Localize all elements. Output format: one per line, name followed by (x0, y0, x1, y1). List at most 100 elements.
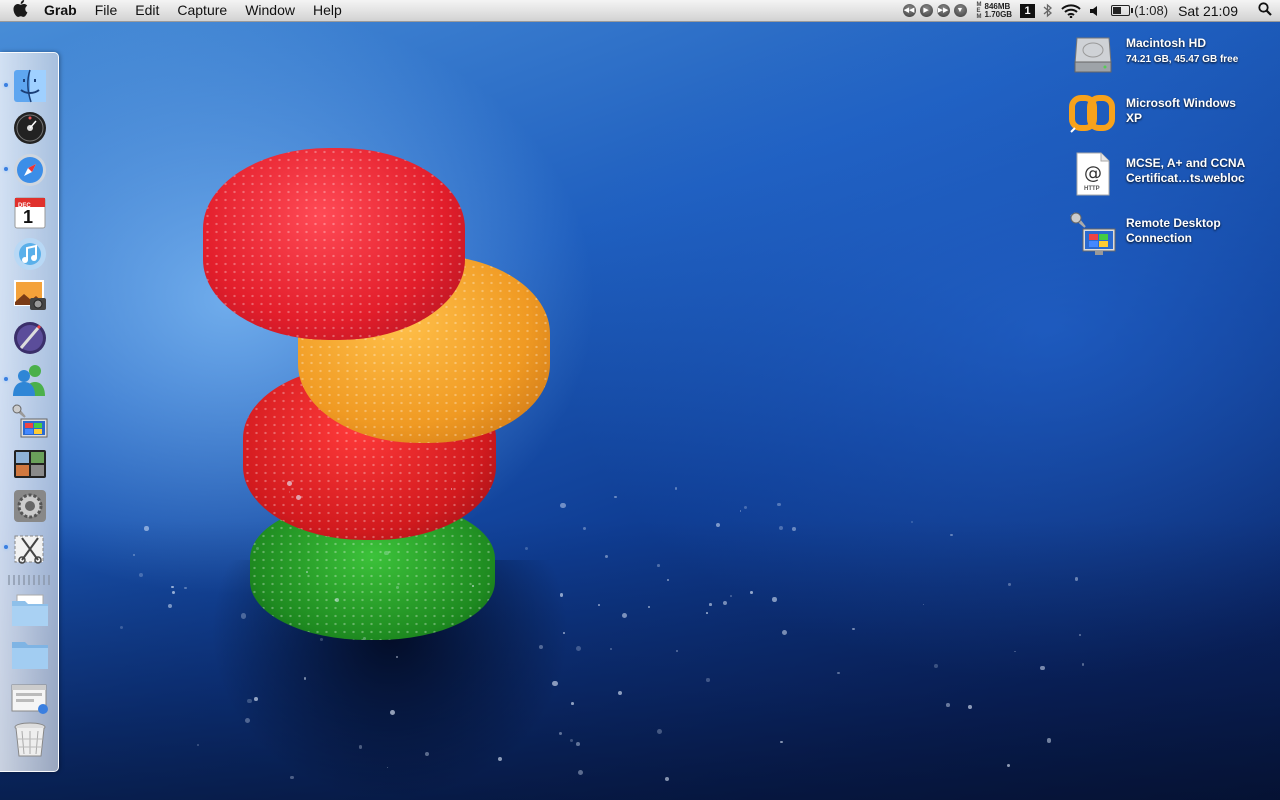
sugar-sparkle (358, 745, 363, 749)
menu-help[interactable]: Help (304, 0, 351, 21)
dock-safari[interactable] (4, 151, 49, 189)
wifi-icon[interactable] (1057, 0, 1085, 21)
vmware-fusion-icon (1069, 95, 1115, 133)
eject-icon[interactable]: ▼ (953, 4, 967, 17)
desktop-icon-macintosh-hd[interactable]: Macintosh HD 74.21 GB, 45.47 GB free (1068, 30, 1273, 82)
sugar-sparkle (1046, 738, 1052, 743)
menu-file[interactable]: File (86, 0, 127, 21)
sugar-sparkle (777, 502, 781, 507)
sugar-sparkle (240, 613, 247, 619)
iphoto-icon (14, 280, 46, 310)
menu-capture[interactable]: Capture (168, 0, 236, 21)
desktop-icon-label: MCSE, A+ and CCNA (1126, 156, 1246, 170)
desktop-icon-sublabel: 74.21 GB, 45.47 GB free (1126, 54, 1239, 65)
dock-ical[interactable]: DEC 1 (11, 193, 49, 231)
sugar-sparkle (471, 585, 474, 587)
dock-messenger[interactable] (4, 361, 49, 399)
dock-folder-stack-2[interactable] (11, 635, 49, 673)
desktop-icon-label-line2: XP (1126, 111, 1143, 125)
dock-remote-desktop[interactable] (11, 403, 49, 441)
sugar-sparkle (306, 571, 308, 573)
sugar-sparkle (559, 593, 564, 597)
play-icon[interactable]: ▶ (919, 4, 933, 17)
finder-icon (14, 69, 46, 103)
sugar-sparkle (287, 480, 293, 486)
running-indicator (4, 83, 8, 87)
trash-icon (14, 722, 46, 757)
sugar-sparkle (836, 671, 840, 675)
safari-icon (14, 154, 46, 186)
menu-edit[interactable]: Edit (126, 0, 168, 21)
forward-icon[interactable]: ▶▶ (936, 4, 950, 17)
dock-system-preferences[interactable] (11, 487, 49, 525)
menu-window[interactable]: Window (236, 0, 304, 21)
desktop[interactable]: Grab File Edit Capture Window Help ◀◀ ▶ … (0, 0, 1280, 800)
desktop-icon-windows-xp[interactable]: Microsoft Windows XP (1068, 90, 1273, 142)
running-indicator (4, 545, 8, 549)
sugar-sparkle (167, 603, 172, 608)
sugar-sparkle (396, 585, 399, 589)
wallpaper-surface (0, 520, 1280, 800)
dock-finder[interactable] (4, 67, 49, 105)
desktop-icon-label: Macintosh HD (1126, 36, 1207, 50)
sugar-sparkle (303, 677, 307, 680)
space-number: 1 (1020, 3, 1036, 18)
sugar-sparkle (744, 505, 748, 510)
menu-clock[interactable]: Sat 21:09 (1172, 3, 1250, 19)
sugar-sparkle (674, 487, 678, 490)
calendar-day: 1 (23, 207, 34, 227)
spaces-menu[interactable]: 1 (1016, 0, 1039, 21)
sugar-sparkle (598, 604, 600, 606)
file-badge: HTTP (1084, 186, 1100, 192)
battery-icon[interactable]: (1:08) (1107, 0, 1172, 21)
itunes-controls: ◀◀ ▶ ▶▶ ▼ (897, 0, 973, 21)
folder-icon (12, 642, 48, 669)
grab-icon (14, 535, 44, 564)
sugar-sparkle (571, 701, 575, 705)
bluetooth-icon[interactable] (1039, 0, 1057, 21)
sugar-sparkle (657, 729, 662, 735)
memory-monitor[interactable]: M E M 846MB 1.70GB (973, 0, 1017, 21)
menu-app-name[interactable]: Grab (40, 0, 86, 21)
spotlight-icon[interactable] (1250, 1, 1280, 20)
dock-window-stack[interactable] (11, 679, 49, 717)
wallpaper-candy-red-top (203, 148, 465, 340)
sugar-sparkle (739, 509, 742, 512)
dock-dashboard[interactable] (11, 109, 49, 147)
sugar-sparkle (290, 775, 294, 779)
rewind-icon[interactable]: ◀◀ (902, 4, 916, 17)
dock-grab[interactable] (4, 529, 49, 567)
dock-folder-stack-1[interactable] (11, 591, 49, 629)
desktop-icon-webloc[interactable]: @ HTTP MCSE, A+ and CCNA Certificat…ts.w… (1068, 150, 1273, 202)
dock-trash[interactable] (11, 721, 49, 759)
iweb-icon (14, 322, 46, 354)
sugar-sparkle (782, 629, 788, 635)
messenger-icon (13, 365, 45, 396)
memory-free: 1.70GB (984, 9, 1013, 19)
sugar-sparkle (576, 741, 581, 746)
sugar-sparkle (772, 597, 777, 602)
sugar-sparkle (320, 638, 323, 642)
dock: DEC 1 (0, 52, 59, 772)
apple-icon[interactable] (0, 0, 40, 22)
desktop-icon-remote-desktop[interactable]: Remote Desktop Connection (1068, 210, 1273, 262)
sugar-sparkle (715, 523, 720, 528)
sugar-sparkle (780, 740, 783, 744)
sugar-sparkle (910, 520, 913, 524)
sugar-sparkle (171, 590, 176, 595)
dock-iphoto[interactable] (11, 277, 49, 315)
dock-spaces[interactable] (11, 445, 49, 483)
desktop-icon-label: Microsoft Windows (1126, 96, 1236, 110)
dock-itunes[interactable] (11, 235, 49, 273)
sugar-sparkle (254, 697, 258, 702)
dashboard-icon (14, 112, 46, 144)
sugar-sparkle (144, 526, 149, 531)
folder-icon (12, 594, 48, 626)
running-indicator (4, 377, 8, 381)
sugar-sparkle (705, 612, 708, 615)
desktop-icon-label: Remote Desktop (1126, 216, 1221, 230)
volume-icon[interactable] (1085, 0, 1107, 21)
dock-iweb[interactable] (11, 319, 49, 357)
sugar-sparkle (524, 546, 528, 550)
sugar-sparkle (560, 502, 566, 509)
